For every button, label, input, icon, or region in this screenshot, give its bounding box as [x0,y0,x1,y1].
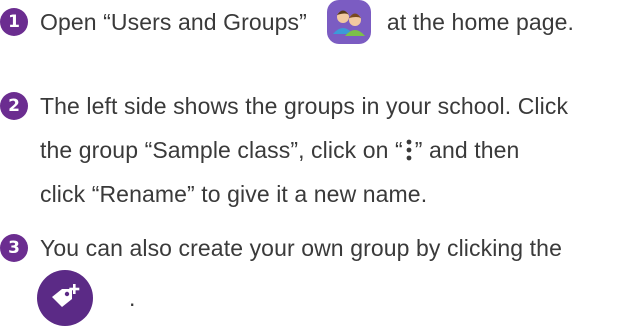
step-3-number: 3 [0,234,28,262]
step-2-number: 2 [0,92,28,120]
step-1-number: 1 [0,8,28,36]
step-3-text: You can also create your own group by cl… [40,235,562,261]
step-1-text-before: Open “Users and Groups” [40,9,307,35]
add-tag-icon [37,270,93,326]
step-1-text: Open “Users and Groups” at the home page… [40,0,574,46]
step-3-trailing: . [129,285,136,311]
step-1-text-after: at the home page. [386,9,575,35]
step-2-line-2-end: ” and then [414,137,520,163]
step-2-line-3: click “Rename” to give it a new name. [40,181,428,207]
step-2-line-2-start: the group “Sample class”, click on “ [40,137,403,163]
users-and-groups-icon [326,0,371,44]
more-vertical-icon [403,128,415,172]
step-2-line-2: the group “Sample class”, click on “ ” a… [40,128,519,172]
step-3-icon-row: . [0,270,623,326]
step-2-line-1: The left side shows the groups in your s… [40,93,569,119]
